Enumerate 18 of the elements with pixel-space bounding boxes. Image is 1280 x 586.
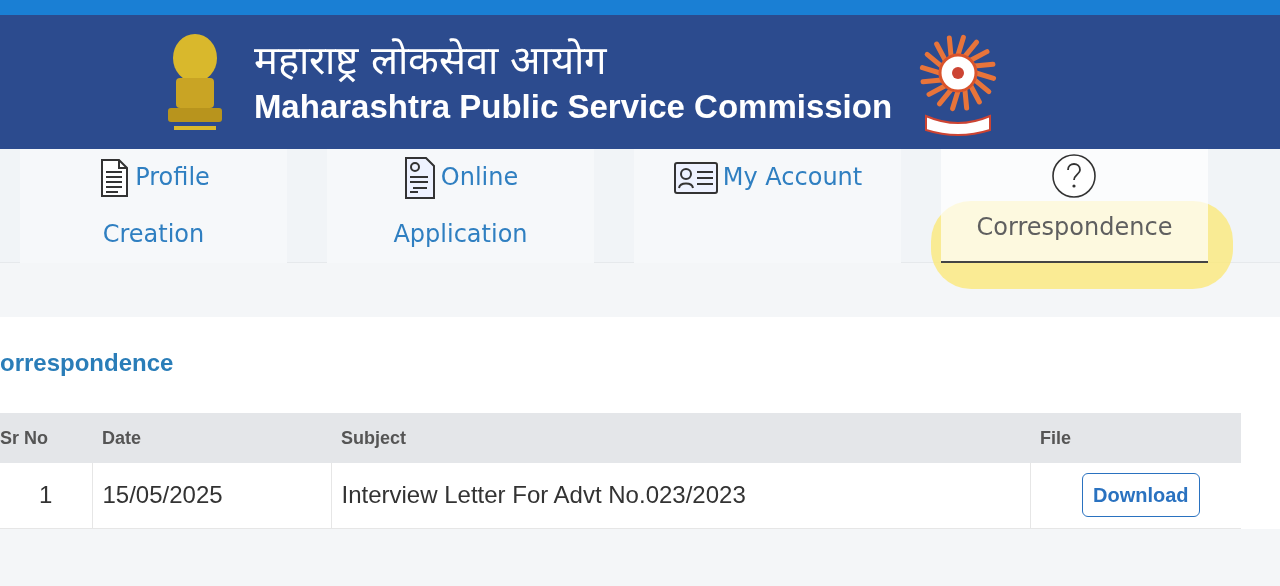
english-title: Maharashtra Public Service Commission (253, 87, 893, 127)
table-cell: 15/05/2025 (92, 463, 331, 528)
nav-tab[interactable]: My Account (634, 149, 901, 263)
download-button[interactable]: Download (1081, 473, 1200, 518)
table-cell: Interview Letter For Advt No.023/2023 (331, 463, 1030, 528)
nav-tab[interactable]: Profile Creation (20, 149, 287, 263)
marathi-title: महाराष्ट्र लोकसेवा आयोग (253, 36, 609, 85)
nav-tab[interactable]: Online Application (327, 149, 594, 263)
nav-tab[interactable]: Correspondence (941, 149, 1208, 263)
column-header: Subject (331, 413, 1030, 463)
id-card-icon (672, 161, 719, 195)
table-cell: 1 (0, 463, 92, 528)
help-icon (1051, 153, 1098, 199)
form-icon (402, 155, 437, 201)
column-header: File (1030, 413, 1241, 463)
column-header: Date (92, 413, 331, 463)
column-header: Sr No (0, 413, 92, 463)
section-heading: orrespondence (0, 348, 175, 378)
